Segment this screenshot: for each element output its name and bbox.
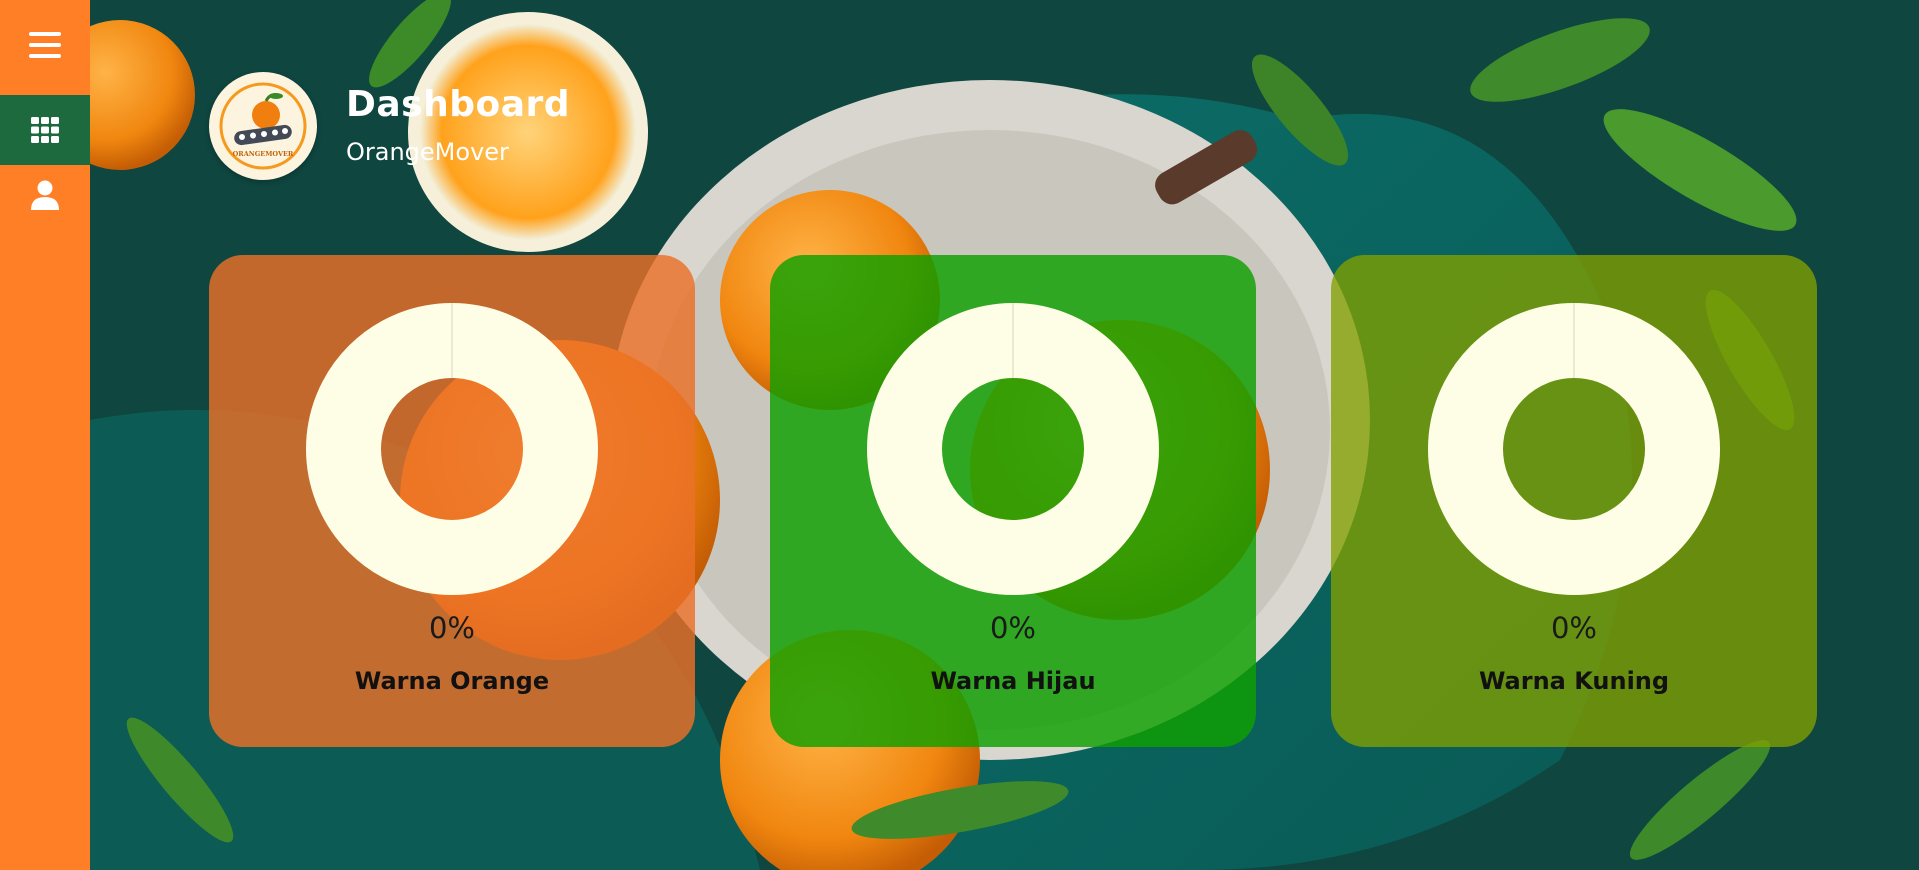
sidebar-item-profile[interactable] bbox=[0, 162, 90, 228]
card-label-green: Warna Hijau bbox=[930, 667, 1096, 695]
grid-apps-icon bbox=[31, 117, 59, 143]
orangemover-logo: ORANGEMOVER bbox=[209, 72, 317, 180]
page-subtitle: OrangeMover bbox=[346, 138, 509, 166]
donut-chart-orange bbox=[306, 303, 598, 595]
page-title: Dashboard bbox=[346, 84, 571, 125]
sidebar-menu-button[interactable] bbox=[0, 10, 90, 80]
percent-value-yellow: 0% bbox=[1550, 611, 1597, 645]
sidebar-item-dashboard[interactable] bbox=[0, 95, 90, 165]
stat-card-orange: 0% Warna Orange bbox=[209, 255, 695, 747]
stat-card-green: 0% Warna Hijau bbox=[770, 255, 1256, 747]
logo-wordmark: ORANGEMOVER bbox=[233, 150, 294, 158]
donut-chart-green bbox=[867, 303, 1159, 595]
card-label-yellow: Warna Kuning bbox=[1478, 667, 1670, 695]
logo-graphic: ORANGEMOVER bbox=[219, 82, 307, 170]
donut-chart-yellow bbox=[1428, 303, 1720, 595]
user-icon bbox=[31, 180, 59, 210]
percent-value-green: 0% bbox=[989, 611, 1036, 645]
card-label-orange: Warna Orange bbox=[354, 667, 550, 695]
percent-value-orange: 0% bbox=[428, 611, 475, 645]
hamburger-menu-icon bbox=[29, 32, 61, 58]
stat-card-yellow: 0% Warna Kuning bbox=[1331, 255, 1817, 747]
sidebar bbox=[0, 0, 90, 870]
